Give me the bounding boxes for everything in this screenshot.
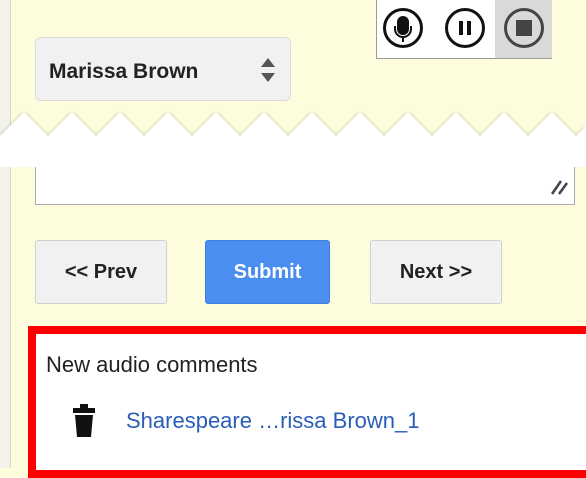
new-audio-comments-panel: New audio comments Sharespeare …rissa Br… bbox=[28, 326, 586, 478]
page-left-edge bbox=[0, 0, 11, 468]
audio-recorder-toolbar bbox=[376, 0, 552, 59]
stop-button[interactable] bbox=[504, 8, 544, 48]
torn-page-edge bbox=[0, 112, 586, 167]
prev-button[interactable]: << Prev bbox=[35, 240, 167, 304]
audio-comment-link[interactable]: Sharespeare …rissa Brown_1 bbox=[126, 408, 419, 434]
microphone-button[interactable] bbox=[383, 8, 423, 48]
updown-arrows-icon bbox=[260, 55, 276, 90]
stop-icon bbox=[516, 20, 532, 36]
comments-heading: New audio comments bbox=[46, 352, 258, 377]
resize-handle-icon[interactable] bbox=[548, 174, 570, 201]
user-select-value: Marissa Brown bbox=[49, 60, 199, 83]
submit-button[interactable]: Submit bbox=[205, 240, 330, 304]
stop-button-area bbox=[495, 0, 552, 58]
trash-icon[interactable] bbox=[72, 404, 96, 443]
next-button[interactable]: Next >> bbox=[370, 240, 502, 304]
pause-button[interactable] bbox=[445, 8, 485, 48]
microphone-icon bbox=[394, 16, 412, 42]
pause-icon bbox=[459, 21, 471, 35]
